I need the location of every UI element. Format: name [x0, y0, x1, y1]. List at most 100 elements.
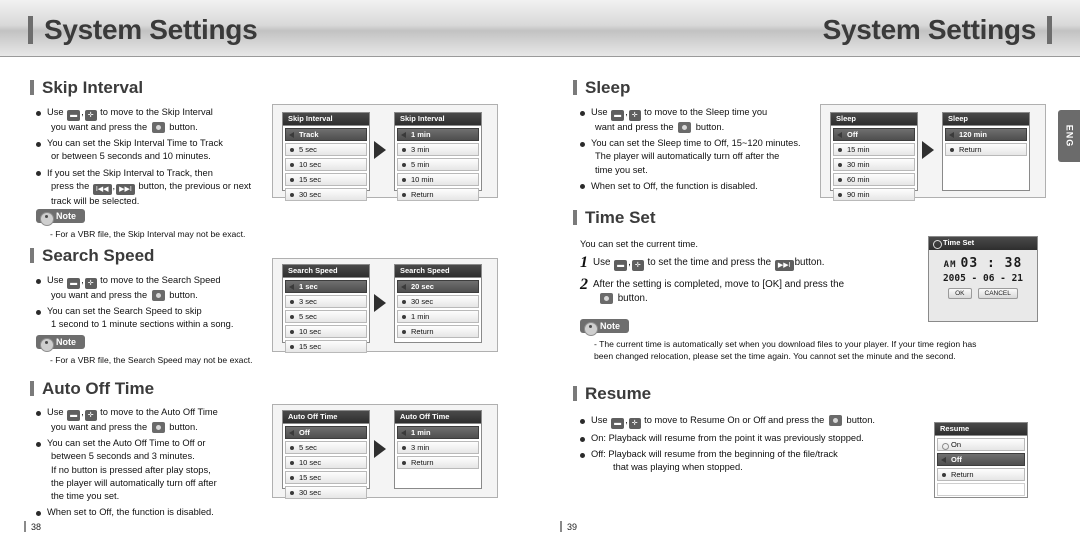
list-item[interactable]: 3 sec	[285, 295, 367, 308]
bullet-icon	[402, 446, 406, 450]
list-item: You can set the Sleep time to Off, 15~12…	[580, 137, 816, 177]
list-item[interactable]: Return	[397, 325, 479, 338]
list-item[interactable]: 30 min	[833, 158, 915, 171]
time-set-intro: You can set the current time.	[580, 239, 698, 249]
screen-rows: Off 5 sec 10 sec 15 sec 30 sec	[283, 424, 369, 503]
list-item[interactable]: Return	[945, 143, 1027, 156]
selected-arrow-icon	[837, 132, 842, 138]
list-item[interactable]: 5 sec	[285, 143, 367, 156]
bullet-icon	[290, 193, 294, 197]
list-item[interactable]: Track	[285, 128, 367, 141]
list-item[interactable]: 5 min	[397, 158, 479, 171]
manual-page: System Settings System Settings ENG Skip…	[0, 0, 1080, 540]
key-plus-icon: ✛	[84, 278, 97, 289]
list-item[interactable]: 10 sec	[285, 456, 367, 469]
list-item: Use ▬, ✛ to move to the Search Speed you w…	[36, 274, 268, 302]
bullet-icon	[290, 330, 294, 334]
list-item[interactable]: 5 sec	[285, 310, 367, 323]
time-set-step-1: 1 Use ▬, ✛ to set the time and press the ▶…	[580, 254, 825, 271]
note-search-speed: Note - For a VBR file, the Search Speed …	[36, 332, 286, 366]
list-item[interactable]: 60 min	[833, 173, 915, 186]
note-badge: Note	[580, 319, 629, 336]
list-item[interactable]: 15 min	[833, 143, 915, 156]
list-item[interactable]: 30 sec	[285, 188, 367, 201]
resume-bullets: Use ▬, ✛ to move to Resume On or Off and …	[580, 414, 920, 478]
list-item: When set to Off, the function is disable…	[580, 180, 816, 193]
language-tab-eng: ENG	[1058, 110, 1080, 162]
list-item[interactable]: 10 min	[397, 173, 479, 186]
ok-button[interactable]: OK	[948, 288, 972, 299]
list-item[interactable]: 90 min	[833, 188, 915, 201]
header-title-right: System Settings	[822, 14, 1037, 45]
screen-title: Search Speed	[395, 265, 481, 278]
list-item[interactable]: 1 min	[397, 426, 479, 439]
list-item[interactable]: 1 min	[397, 128, 479, 141]
flow-arrow-icon	[922, 141, 934, 159]
list-item[interactable]: 30 sec	[285, 486, 367, 499]
header-accent-bar-right	[1047, 16, 1052, 44]
screen-sleep-2: Sleep 120 min Return	[942, 112, 1030, 191]
flow-arrow-icon	[374, 294, 386, 312]
bullet-icon	[290, 461, 294, 465]
list-item[interactable]: 1 sec	[285, 280, 367, 293]
list-item[interactable]: On	[937, 438, 1025, 451]
key-next-icon: ▶▶I	[774, 260, 794, 271]
note-badge: Note	[36, 335, 85, 352]
section-heading-time-set: Time Set	[573, 208, 656, 228]
auto-off-time-bullets: Use ▬, ✛ to move to the Auto Off Time you …	[36, 406, 270, 522]
list-item[interactable]: Off	[833, 128, 915, 141]
list-item[interactable]: 20 sec	[397, 280, 479, 293]
page-number-left: 38	[24, 521, 41, 532]
list-item[interactable]: Off	[937, 453, 1025, 466]
search-speed-bullets: Use ▬, ✛ to move to the Search Speed you w…	[36, 274, 268, 335]
cancel-button[interactable]: CANCEL	[977, 288, 1018, 299]
key-minus-icon: ▬	[67, 410, 81, 421]
list-item: You can set the Auto Off Time to Off or b…	[36, 437, 270, 503]
list-item[interactable]: Return	[937, 468, 1025, 481]
bullet-icon	[838, 148, 842, 152]
screen-rows: 1 sec 3 sec 5 sec 10 sec 15 sec	[283, 278, 369, 357]
key-select-icon	[151, 422, 165, 433]
key-select-icon	[678, 122, 692, 133]
list-item[interactable]: 15 sec	[285, 173, 367, 186]
bullet-icon	[290, 491, 294, 495]
skip-interval-title: Skip Interval	[42, 78, 144, 97]
note-text: - The current time is automatically set …	[594, 339, 977, 361]
key-plus-icon: ✛	[84, 110, 97, 121]
bullet-icon	[402, 178, 406, 182]
key-plus-icon: ✛	[631, 260, 644, 271]
bullet-icon	[402, 163, 406, 167]
list-item[interactable]: Return	[397, 456, 479, 469]
list-item[interactable]: 120 min	[945, 128, 1027, 141]
key-minus-icon: ▬	[67, 278, 81, 289]
list-item[interactable]: 30 sec	[397, 295, 479, 308]
list-item[interactable]: 15 sec	[285, 340, 367, 353]
section-heading-skip-interval: Skip Interval	[30, 78, 143, 98]
screen-title: Sleep	[831, 113, 917, 126]
list-item[interactable]: 10 sec	[285, 158, 367, 171]
selected-arrow-icon	[401, 132, 406, 138]
list-item[interactable]: 3 min	[397, 143, 479, 156]
bullet-icon	[950, 148, 954, 152]
clock-value: 03 : 38	[960, 256, 1023, 271]
bullet-icon	[290, 178, 294, 182]
list-item[interactable]: Off	[285, 426, 367, 439]
list-item[interactable]: 1 min	[397, 310, 479, 323]
bullet-icon	[402, 300, 406, 304]
key-select-icon	[151, 290, 165, 301]
step-number: 2	[580, 276, 588, 293]
list-item[interactable]: 3 min	[397, 441, 479, 454]
ampm-value: AM	[943, 260, 957, 270]
bullet-icon	[290, 315, 294, 319]
note-skip-interval: Note - For a VBR file, the Skip Interval…	[36, 206, 286, 240]
list-item[interactable]: 5 sec	[285, 441, 367, 454]
list-item[interactable]: 10 sec	[285, 325, 367, 338]
heading-tick-icon	[573, 386, 577, 401]
screen-search-speed-2: Search Speed 20 sec 30 sec 1 min Return	[394, 264, 482, 343]
section-heading-search-speed: Search Speed	[30, 246, 154, 266]
key-plus-icon: ✛	[628, 110, 641, 121]
list-item: Use ▬, ✛ to move to the Sleep time you wan…	[580, 106, 816, 134]
list-item[interactable]: 15 sec	[285, 471, 367, 484]
screen-title: Search Speed	[283, 265, 369, 278]
list-item[interactable]: Return	[397, 188, 479, 201]
